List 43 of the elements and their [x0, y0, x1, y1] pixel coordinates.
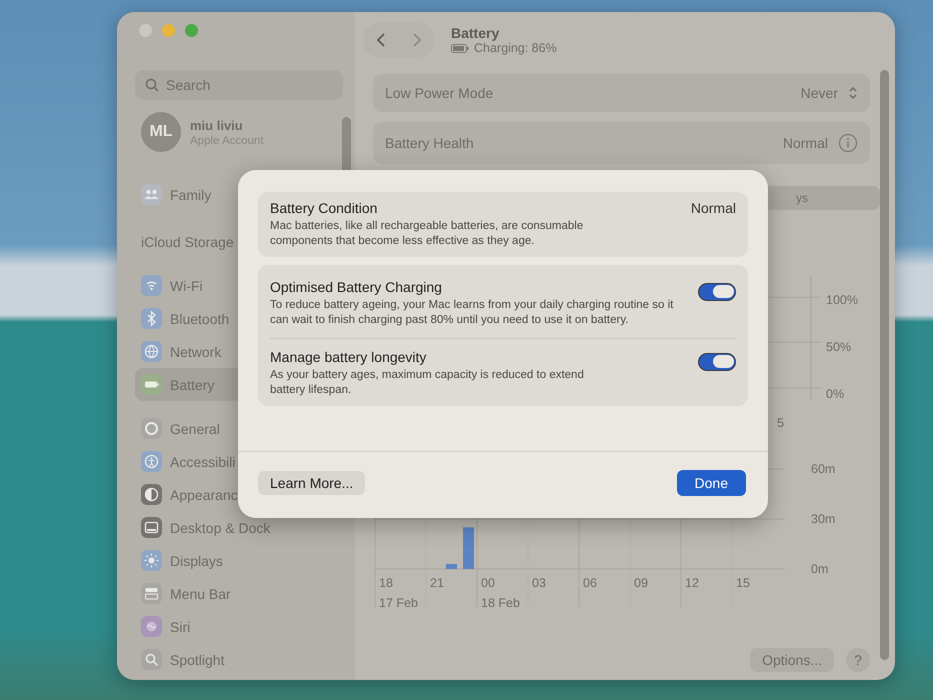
axis-label: 5 [777, 416, 784, 430]
axis-label: 50% [826, 340, 852, 354]
date-label: 17 Feb [379, 596, 418, 607]
axis-label: 21 [430, 576, 444, 590]
item-label: Bluetooth [170, 310, 230, 326]
axis-label: 15 [736, 576, 750, 590]
axis-label: 100% [826, 293, 858, 307]
setting-description: As your battery ages, maximum capacity is reduced to extend battery lifespan. [270, 368, 585, 398]
account-name: miu liviu [190, 118, 244, 132]
item-label: Displays [170, 552, 223, 568]
setting-title: Battery Condition [270, 200, 378, 216]
axis-label: 30m [811, 512, 836, 526]
setting-title: Manage battery longevity [270, 348, 428, 365]
axis-label: 00 [481, 576, 495, 590]
setting-description: Mac batteries, like all rechargeable batteries, are consumable components that become less effective as they age. [270, 219, 584, 249]
axis-label: 03 [532, 576, 546, 590]
item-label: Spotlight [170, 652, 224, 668]
item-label: General [170, 420, 220, 436]
item-label: Menu Bar [170, 586, 231, 602]
item-label: Siri [170, 618, 190, 634]
setting-title: Optimised Battery Charging [270, 278, 443, 295]
item-label: Wi-Fi [170, 278, 203, 294]
avatar: ML [141, 112, 181, 152]
axis-label: 0m [811, 562, 828, 576]
item-label: Network [170, 344, 222, 360]
row-label: Battery Health [385, 135, 475, 151]
axis-label: 12 [685, 576, 699, 590]
axis-label: 60m [811, 462, 836, 476]
item-label: Accessibili [170, 454, 236, 470]
charging-status: Charging: 86% [474, 41, 557, 55]
setting-description: To reduce battery ageing, your Mac learns from your daily charging routine so it can wait to finish charging past 80% until you need to use it on battery. [270, 298, 674, 328]
item-label: Appearanc [170, 486, 238, 502]
row-value: Never [800, 85, 838, 101]
window-title: Battery [451, 25, 500, 41]
axis-label: 18 [379, 576, 393, 590]
item-label: Family [170, 186, 212, 202]
axis-label: 06 [583, 576, 597, 590]
row-label: Low Power Mode [385, 85, 494, 101]
item-label: Desktop & Dock [170, 520, 270, 536]
axis-label: 0% [826, 387, 844, 401]
axis-label: 09 [634, 576, 648, 590]
row-value: Normal [782, 135, 828, 151]
date-label: 18 Feb [481, 596, 520, 607]
